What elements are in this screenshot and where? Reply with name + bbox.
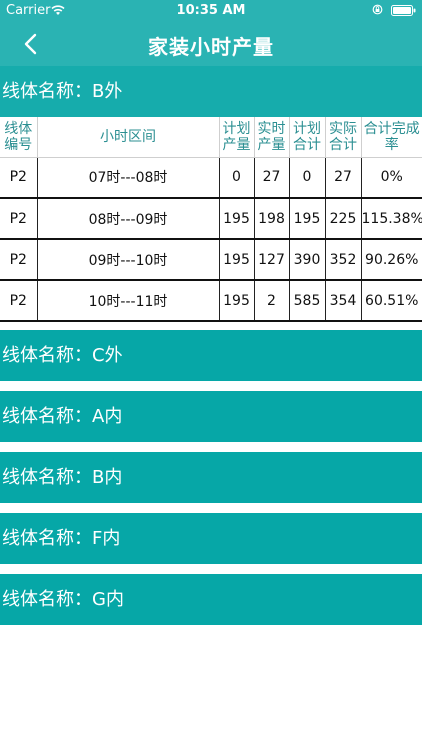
table-row: P2 09时---10时 195 127 390 352 90.26% (0, 239, 422, 281)
cell-completion-rate: 115.38% (361, 198, 422, 240)
cell-actual-total: 354 (325, 280, 362, 322)
cell-hour-range: 08时---09时 (37, 198, 220, 240)
page-title: 家装小时产量 (148, 35, 274, 59)
status-time: 10:35 AM (176, 3, 246, 18)
cell-hour-range: 10时---11时 (37, 280, 220, 322)
cell-line-no: P2 (0, 280, 38, 322)
header-completion-rate: 合计完成率 (361, 117, 422, 158)
header-planned-output: 计划 产量 (219, 117, 255, 158)
cell-line-no: P2 (0, 157, 38, 199)
header-planned-total: 计划 合计 (289, 117, 326, 158)
cell-planned-output: 195 (219, 280, 255, 322)
nav-bar: 家装小时产量 (0, 22, 422, 66)
header-hour-range: 小时区间 (37, 117, 220, 158)
cell-completion-rate: 60.51% (361, 280, 422, 322)
cell-hour-range: 09时---10时 (37, 239, 220, 281)
table-row: P2 08时---09时 195 198 195 225 115.38% (0, 198, 422, 240)
cell-planned-total: 585 (289, 280, 326, 322)
header-actual-output: 实时 产量 (254, 117, 290, 158)
cell-planned-output: 195 (219, 239, 255, 281)
cell-line-no: P2 (0, 198, 38, 240)
battery-icon (391, 5, 416, 16)
table-row: P2 10时---11时 195 2 585 354 60.51% (0, 280, 422, 322)
cell-actual-total: 352 (325, 239, 362, 281)
header-line-no: 线体 编号 (0, 117, 38, 158)
cell-planned-total: 0 (289, 157, 326, 199)
cell-actual-total: 225 (325, 198, 362, 240)
status-bar: Carrier 10:35 AM (0, 0, 422, 22)
line-header-c-outer[interactable]: 线体名称：C外 (0, 330, 422, 381)
cell-hour-range: 07时---08时 (37, 157, 220, 199)
cell-completion-rate: 90.26% (361, 239, 422, 281)
cell-planned-total: 195 (289, 198, 326, 240)
table-row: P2 07时---08时 0 27 0 27 0% (0, 157, 422, 199)
line-header-b-inner[interactable]: 线体名称：B内 (0, 452, 422, 503)
line-header-a-inner[interactable]: 线体名称：A内 (0, 391, 422, 442)
cell-planned-output: 0 (219, 157, 255, 199)
hourly-output-table: 线体 编号 小时区间 计划 产量 实时 产量 计划 合计 实际 合计 合计完成率 P2 0… (0, 117, 422, 322)
table-header-row: 线体 编号 小时区间 计划 产量 实时 产量 计划 合计 实际 合计 合计完成率 (0, 117, 422, 158)
cell-actual-total: 27 (325, 157, 362, 199)
cell-completion-rate: 0% (361, 157, 422, 199)
cell-planned-output: 195 (219, 198, 255, 240)
line-header-f-inner[interactable]: 线体名称：F内 (0, 513, 422, 564)
cell-actual-output: 198 (254, 198, 290, 240)
line-header-g-inner[interactable]: 线体名称：G内 (0, 574, 422, 625)
cell-actual-output: 27 (254, 157, 290, 199)
cell-line-no: P2 (0, 239, 38, 281)
line-header-b-outer[interactable]: 线体名称：B外 (0, 66, 422, 117)
cell-actual-output: 127 (254, 239, 290, 281)
cell-actual-output: 2 (254, 280, 290, 322)
orientation-lock-icon (372, 4, 383, 15)
header-actual-total: 实际 合计 (325, 117, 362, 158)
cell-planned-total: 390 (289, 239, 326, 281)
